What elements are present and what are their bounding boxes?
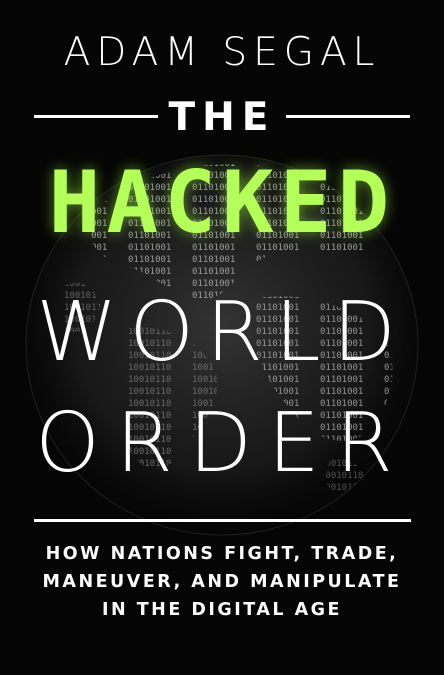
title-hacked: HACKED: [48, 153, 396, 253]
subtitle-line: HOW NATIONS FIGHT, TRADE,: [45, 544, 399, 564]
subtitle: HOW NATIONS FIGHT, TRADE, MANEUVER, AND …: [0, 540, 444, 624]
subtitle-line: IN THE DIGITAL AGE: [101, 600, 343, 620]
book-cover: 01101001 10010110 ADAM SEGAL THE HACKED …: [0, 0, 444, 675]
title-world: WORLD: [36, 285, 408, 380]
subtitle-line: MANEUVER, AND MANIPULATE: [42, 572, 402, 592]
title-the: THE: [168, 95, 276, 140]
bottom-rule: [34, 519, 411, 522]
title-order: ORDER: [35, 396, 409, 491]
author-name: ADAM SEGAL: [63, 30, 381, 75]
